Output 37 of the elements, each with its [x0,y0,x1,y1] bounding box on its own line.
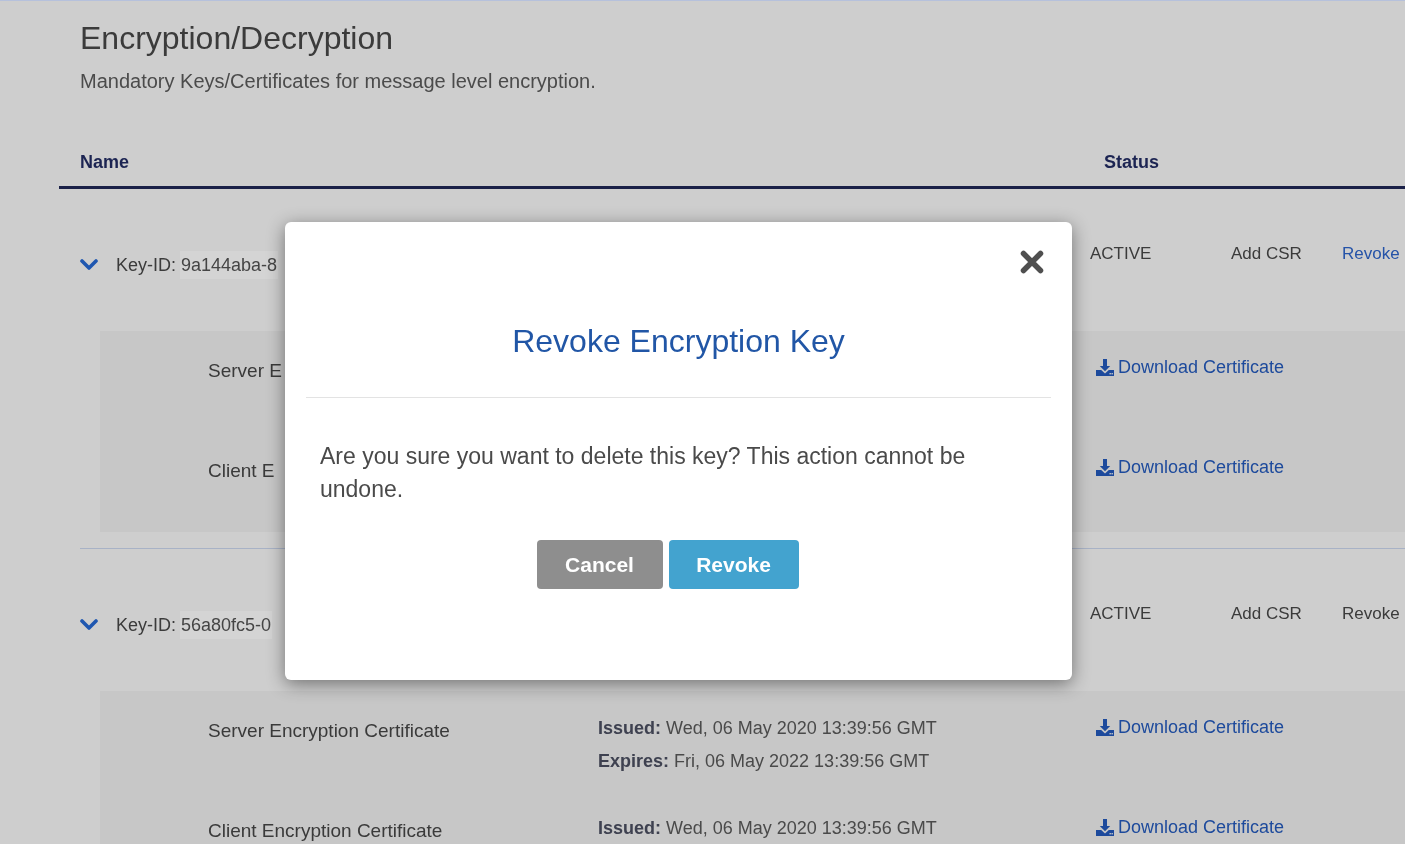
revoke-link[interactable]: Revoke [1342,242,1400,266]
status-text: ACTIVE [1090,244,1152,263]
revoke-link[interactable]: Revoke [1342,602,1400,626]
certificate-date: Expires: Fri, 06 May 2022 13:39:56 GMT [598,750,930,773]
download-link[interactable]: Download Certificate [1096,356,1285,378]
key-label: Key-ID: [116,254,176,277]
status-text: ACTIVE [1090,604,1152,623]
add-csr-link[interactable]: Add CSR [1231,244,1302,263]
certificate-date: Issued: Wed, 06 May 2020 13:39:56 GMT [598,817,937,840]
page-subtitle: Mandatory Keys/Certificates for message level encryption. [80,69,596,94]
key-label: Key-ID: [116,614,176,637]
column-header: Status [1104,151,1159,172]
certificate-name: Server Encryption Certificate [208,720,450,741]
key-id-text: 56a80fc5-0 [180,611,273,639]
cancel-button[interactable]: Cancel [536,540,663,589]
certificate-name: Client E [208,460,275,481]
dialog-message: Are you sure you want to delete this key? This action cannot be undone. [319,442,967,504]
confirm-button[interactable]: Revoke [668,540,799,589]
chevron-down-icon[interactable] [80,619,98,631]
page-title: Encryption/Decryption [80,19,394,57]
column-header: Name [80,151,130,172]
key-id-text: 9a144aba-8 [180,251,279,279]
dialog-title: Revoke Encryption Key [511,322,846,361]
download-icon [1096,818,1114,836]
download-icon [1096,358,1114,376]
close-icon [1020,250,1044,274]
download-icon [1096,458,1114,476]
download-link[interactable]: Download Certificate [1096,816,1285,838]
download-icon [1096,718,1114,736]
download-link[interactable]: Download Certificate [1096,456,1285,478]
certificate-name: Client Encryption Certificate [208,820,443,841]
chevron-down-icon[interactable] [80,259,98,271]
download-link[interactable]: Download Certificate [1096,716,1285,738]
close-button[interactable] [1020,250,1044,274]
add-csr-link[interactable]: Add CSR [1231,604,1302,623]
certificate-name: Server E [208,360,282,381]
certificate-date: Issued: Wed, 06 May 2020 13:39:56 GMT [598,717,937,740]
